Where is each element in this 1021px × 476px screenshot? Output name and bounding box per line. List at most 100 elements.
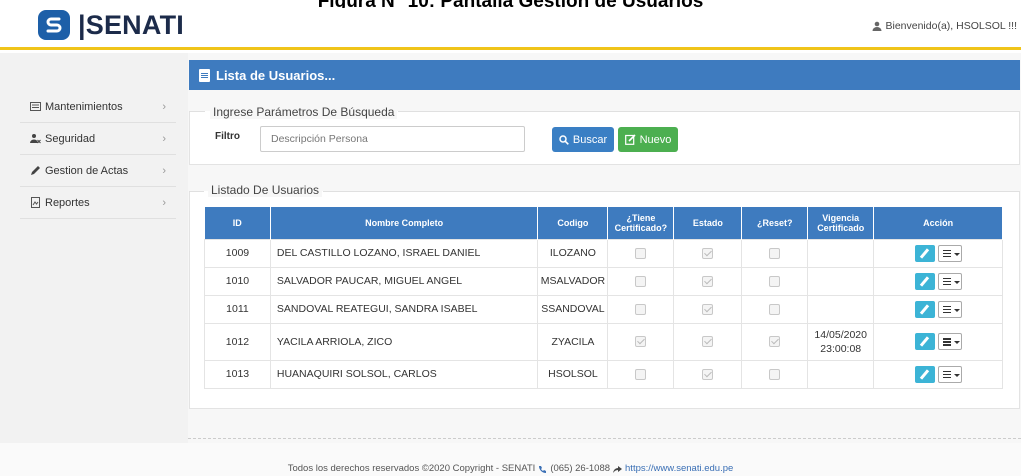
table-header-row: ID Nombre Completo Codigo ¿Tiene Certific… bbox=[204, 207, 1003, 239]
footer-copyright: Todos los derechos reservados ©2020 Copy… bbox=[287, 463, 536, 474]
page-footer: Todos los derechos reservados ©2020 Copy… bbox=[0, 443, 1021, 476]
cell-code: HSOLSOL bbox=[537, 359, 609, 389]
col-header-id[interactable]: ID bbox=[204, 207, 271, 239]
estado-checkbox[interactable] bbox=[702, 336, 714, 348]
new-item-icon bbox=[624, 134, 636, 145]
buscar-button[interactable]: Buscar bbox=[552, 127, 614, 152]
document-icon bbox=[199, 68, 210, 82]
cell-name: SANDOVAL REATEGUI, SANDRA ISABEL bbox=[269, 294, 539, 324]
cell-id: 1009 bbox=[204, 238, 271, 268]
sidebar: Mantenimientos › Seguridad › Gestion de … bbox=[0, 53, 188, 443]
edit-icon[interactable] bbox=[914, 272, 935, 290]
cell-code: MSALVADOR bbox=[537, 266, 609, 296]
reset-checkbox[interactable] bbox=[769, 368, 781, 380]
cell-id: 1013 bbox=[204, 359, 271, 389]
certificado-checkbox[interactable] bbox=[635, 368, 647, 380]
search-legend: Ingrese Parámetros De Búsqueda bbox=[210, 105, 398, 119]
sidebar-item-label: Mantenimientos bbox=[45, 100, 123, 113]
fieldset-border bbox=[189, 191, 204, 192]
cell-name: YACILA ARRIOLA, ZICO bbox=[269, 322, 539, 361]
estado-checkbox[interactable] bbox=[702, 247, 714, 259]
cell-name: DEL CASTILLO LOZANO, ISRAEL DANIEL bbox=[269, 238, 539, 268]
cell-id: 1010 bbox=[204, 266, 271, 296]
col-header-reset[interactable]: ¿Reset? bbox=[741, 207, 809, 239]
nuevo-button[interactable]: Nuevo bbox=[618, 127, 678, 152]
actions-menu-icon[interactable] bbox=[937, 300, 962, 318]
welcome-text: Bienvenido(a), HSOLSOL !!! bbox=[885, 20, 1017, 32]
cell-vigencia bbox=[807, 359, 875, 389]
edit-icon[interactable] bbox=[914, 333, 935, 350]
brand-name: |SENATI bbox=[78, 10, 184, 40]
reset-checkbox[interactable] bbox=[769, 247, 781, 259]
reset-checkbox[interactable] bbox=[769, 336, 781, 348]
col-header-vigencia[interactable]: Vigencia Certificado bbox=[807, 207, 875, 239]
report-icon bbox=[31, 197, 40, 208]
estado-checkbox[interactable] bbox=[702, 368, 714, 380]
sidebar-item-gestion-de-actas[interactable]: Gestion de Actas › bbox=[20, 155, 176, 187]
col-header-code[interactable]: Codigo bbox=[537, 207, 609, 239]
pencil-icon bbox=[31, 166, 40, 175]
chevron-right-icon: › bbox=[162, 100, 166, 113]
list-legend: Listado De Usuarios bbox=[208, 183, 323, 197]
cell-code: ZYACILA bbox=[537, 322, 609, 361]
table-row: 1009 DEL CASTILLO LOZANO, ISRAEL DANIEL … bbox=[204, 238, 1003, 268]
chevron-right-icon: › bbox=[162, 196, 166, 209]
figure-caption: Figura N° 10: Pantalla Gestion de Usuari… bbox=[0, 0, 1021, 8]
cell-id: 1011 bbox=[204, 294, 271, 324]
certificado-checkbox[interactable] bbox=[635, 275, 647, 287]
col-header-estado[interactable]: Estado bbox=[673, 207, 743, 239]
cell-vigencia bbox=[807, 294, 875, 324]
footer-website-link[interactable]: https://www.senati.edu.pe bbox=[625, 463, 733, 474]
reset-checkbox[interactable] bbox=[769, 303, 781, 315]
chevron-right-icon: › bbox=[162, 164, 166, 177]
estado-checkbox[interactable] bbox=[702, 303, 714, 315]
sidebar-item-reportes[interactable]: Reportes › bbox=[20, 187, 176, 219]
sidebar-item-mantenimientos[interactable]: Mantenimientos › bbox=[20, 91, 176, 123]
table-row: 1013 HUANAQUIRI SOLSOL, CARLOS HSOLSOL bbox=[204, 359, 1003, 389]
sidebar-item-label: Seguridad bbox=[45, 132, 96, 145]
fieldset-border bbox=[398, 111, 1020, 112]
search-icon bbox=[559, 134, 569, 145]
main-content: Lista de Usuarios... Ingrese Parámetros … bbox=[188, 53, 1021, 443]
cell-code: ILOZANO bbox=[537, 238, 609, 268]
welcome-user[interactable]: Bienvenido(a), HSOLSOL !!! bbox=[872, 20, 1017, 32]
certificado-checkbox[interactable] bbox=[635, 336, 647, 348]
certificado-checkbox[interactable] bbox=[635, 247, 647, 259]
filter-input[interactable] bbox=[260, 126, 525, 152]
users-icon bbox=[30, 134, 41, 144]
reset-checkbox[interactable] bbox=[769, 275, 781, 287]
actions-menu-icon[interactable] bbox=[937, 272, 962, 290]
sidebar-menu: Mantenimientos › Seguridad › Gestion de … bbox=[20, 91, 176, 219]
page-title-bar: Lista de Usuarios... bbox=[189, 60, 1020, 90]
edit-icon[interactable] bbox=[914, 244, 935, 262]
col-header-name[interactable]: Nombre Completo bbox=[270, 207, 539, 239]
table-row: 1010 SALVADOR PAUCAR, MIGUEL ANGEL MSALV… bbox=[204, 266, 1003, 296]
actions-menu-icon[interactable] bbox=[937, 244, 962, 262]
table-row: 1012 YACILA ARRIOLA, ZICO ZYACILA 14/05/… bbox=[204, 322, 1003, 361]
page-title: Lista de Usuarios... bbox=[216, 67, 336, 83]
cell-code: SSANDOVAL bbox=[537, 294, 609, 324]
fieldset-border bbox=[189, 111, 205, 112]
nuevo-label: Nuevo bbox=[639, 133, 672, 146]
actions-menu-icon[interactable] bbox=[937, 333, 962, 350]
cell-vigencia bbox=[807, 266, 875, 296]
fieldset-border bbox=[323, 191, 1020, 192]
senati-logo-icon bbox=[38, 10, 70, 40]
sidebar-item-label: Reportes bbox=[45, 196, 90, 209]
footer-phone: (065) 26-1088 bbox=[550, 463, 611, 474]
filter-label: Filtro bbox=[215, 131, 240, 142]
table-row: 1011 SANDOVAL REATEGUI, SANDRA ISABEL SS… bbox=[204, 294, 1003, 324]
edit-icon[interactable] bbox=[914, 365, 935, 383]
estado-checkbox[interactable] bbox=[702, 275, 714, 287]
edit-icon[interactable] bbox=[914, 300, 935, 318]
col-header-certificado[interactable]: ¿Tiene Certificado? bbox=[607, 207, 675, 239]
chevron-right-icon: › bbox=[162, 132, 166, 145]
certificado-checkbox[interactable] bbox=[635, 303, 647, 315]
cell-name: SALVADOR PAUCAR, MIGUEL ANGEL bbox=[269, 266, 539, 296]
footer-divider bbox=[188, 438, 1021, 439]
sidebar-item-seguridad[interactable]: Seguridad › bbox=[20, 123, 176, 155]
phone-icon bbox=[539, 466, 547, 473]
users-table: ID Nombre Completo Codigo ¿Tiene Certific… bbox=[204, 207, 1003, 389]
actions-menu-icon[interactable] bbox=[937, 365, 962, 383]
sidebar-item-label: Gestion de Actas bbox=[45, 164, 129, 177]
